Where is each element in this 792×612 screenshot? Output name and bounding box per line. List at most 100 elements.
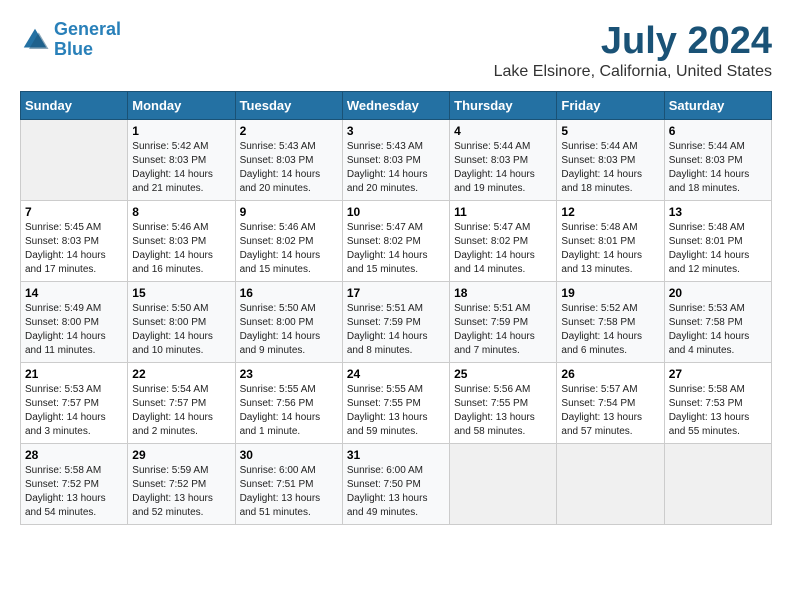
calendar-cell: 16 Sunrise: 5:50 AM Sunset: 8:00 PM Dayl… bbox=[235, 282, 342, 363]
day-info: Sunrise: 5:55 AM Sunset: 7:55 PM Dayligh… bbox=[347, 383, 445, 439]
day-info: Sunrise: 5:57 AM Sunset: 7:54 PM Dayligh… bbox=[561, 383, 659, 439]
day-number: 22 bbox=[132, 367, 230, 381]
day-number: 4 bbox=[454, 124, 552, 138]
day-number: 21 bbox=[25, 367, 123, 381]
week-row-4: 21 Sunrise: 5:53 AM Sunset: 7:57 PM Dayl… bbox=[21, 363, 772, 444]
day-number: 28 bbox=[25, 448, 123, 462]
day-info: Sunrise: 5:58 AM Sunset: 7:53 PM Dayligh… bbox=[669, 383, 767, 439]
calendar-title: July 2024 bbox=[494, 20, 772, 63]
day-info: Sunrise: 5:44 AM Sunset: 8:03 PM Dayligh… bbox=[454, 140, 552, 196]
day-info: Sunrise: 5:48 AM Sunset: 8:01 PM Dayligh… bbox=[561, 221, 659, 277]
calendar-cell: 21 Sunrise: 5:53 AM Sunset: 7:57 PM Dayl… bbox=[21, 363, 128, 444]
day-number: 29 bbox=[132, 448, 230, 462]
day-number: 12 bbox=[561, 205, 659, 219]
calendar-cell: 23 Sunrise: 5:55 AM Sunset: 7:56 PM Dayl… bbox=[235, 363, 342, 444]
day-number: 25 bbox=[454, 367, 552, 381]
day-number: 17 bbox=[347, 286, 445, 300]
day-number: 16 bbox=[240, 286, 338, 300]
day-number: 18 bbox=[454, 286, 552, 300]
day-info: Sunrise: 5:56 AM Sunset: 7:55 PM Dayligh… bbox=[454, 383, 552, 439]
day-info: Sunrise: 5:43 AM Sunset: 8:03 PM Dayligh… bbox=[240, 140, 338, 196]
week-row-3: 14 Sunrise: 5:49 AM Sunset: 8:00 PM Dayl… bbox=[21, 282, 772, 363]
day-number: 30 bbox=[240, 448, 338, 462]
header: General Blue July 2024 Lake Elsinore, Ca… bbox=[20, 20, 772, 81]
calendar-cell: 6 Sunrise: 5:44 AM Sunset: 8:03 PM Dayli… bbox=[664, 120, 771, 201]
calendar-cell: 2 Sunrise: 5:43 AM Sunset: 8:03 PM Dayli… bbox=[235, 120, 342, 201]
calendar-cell bbox=[557, 444, 664, 525]
calendar-cell bbox=[21, 120, 128, 201]
calendar-cell: 7 Sunrise: 5:45 AM Sunset: 8:03 PM Dayli… bbox=[21, 201, 128, 282]
day-number: 13 bbox=[669, 205, 767, 219]
calendar-cell: 22 Sunrise: 5:54 AM Sunset: 7:57 PM Dayl… bbox=[128, 363, 235, 444]
day-info: Sunrise: 5:52 AM Sunset: 7:58 PM Dayligh… bbox=[561, 302, 659, 358]
day-info: Sunrise: 5:46 AM Sunset: 8:03 PM Dayligh… bbox=[132, 221, 230, 277]
calendar-cell: 5 Sunrise: 5:44 AM Sunset: 8:03 PM Dayli… bbox=[557, 120, 664, 201]
day-info: Sunrise: 5:58 AM Sunset: 7:52 PM Dayligh… bbox=[25, 464, 123, 520]
calendar-cell: 3 Sunrise: 5:43 AM Sunset: 8:03 PM Dayli… bbox=[342, 120, 449, 201]
header-row: SundayMondayTuesdayWednesdayThursdayFrid… bbox=[21, 92, 772, 120]
day-number: 27 bbox=[669, 367, 767, 381]
day-header-saturday: Saturday bbox=[664, 92, 771, 120]
logo: General Blue bbox=[20, 20, 121, 60]
day-number: 9 bbox=[240, 205, 338, 219]
day-number: 10 bbox=[347, 205, 445, 219]
day-number: 20 bbox=[669, 286, 767, 300]
day-number: 15 bbox=[132, 286, 230, 300]
day-number: 5 bbox=[561, 124, 659, 138]
day-info: Sunrise: 5:55 AM Sunset: 7:56 PM Dayligh… bbox=[240, 383, 338, 439]
day-info: Sunrise: 5:46 AM Sunset: 8:02 PM Dayligh… bbox=[240, 221, 338, 277]
day-header-thursday: Thursday bbox=[450, 92, 557, 120]
calendar-cell: 17 Sunrise: 5:51 AM Sunset: 7:59 PM Dayl… bbox=[342, 282, 449, 363]
calendar-cell: 28 Sunrise: 5:58 AM Sunset: 7:52 PM Dayl… bbox=[21, 444, 128, 525]
day-header-sunday: Sunday bbox=[21, 92, 128, 120]
week-row-5: 28 Sunrise: 5:58 AM Sunset: 7:52 PM Dayl… bbox=[21, 444, 772, 525]
day-number: 7 bbox=[25, 205, 123, 219]
calendar-cell: 9 Sunrise: 5:46 AM Sunset: 8:02 PM Dayli… bbox=[235, 201, 342, 282]
day-number: 24 bbox=[347, 367, 445, 381]
day-number: 11 bbox=[454, 205, 552, 219]
logo-text: General Blue bbox=[54, 20, 121, 60]
day-info: Sunrise: 5:50 AM Sunset: 8:00 PM Dayligh… bbox=[240, 302, 338, 358]
calendar-cell: 24 Sunrise: 5:55 AM Sunset: 7:55 PM Dayl… bbox=[342, 363, 449, 444]
calendar-cell: 25 Sunrise: 5:56 AM Sunset: 7:55 PM Dayl… bbox=[450, 363, 557, 444]
day-info: Sunrise: 5:42 AM Sunset: 8:03 PM Dayligh… bbox=[132, 140, 230, 196]
day-info: Sunrise: 5:44 AM Sunset: 8:03 PM Dayligh… bbox=[669, 140, 767, 196]
calendar-cell: 12 Sunrise: 5:48 AM Sunset: 8:01 PM Dayl… bbox=[557, 201, 664, 282]
day-info: Sunrise: 5:50 AM Sunset: 8:00 PM Dayligh… bbox=[132, 302, 230, 358]
day-info: Sunrise: 5:51 AM Sunset: 7:59 PM Dayligh… bbox=[347, 302, 445, 358]
day-header-wednesday: Wednesday bbox=[342, 92, 449, 120]
day-info: Sunrise: 5:59 AM Sunset: 7:52 PM Dayligh… bbox=[132, 464, 230, 520]
calendar-cell: 1 Sunrise: 5:42 AM Sunset: 8:03 PM Dayli… bbox=[128, 120, 235, 201]
title-area: July 2024 Lake Elsinore, California, Uni… bbox=[494, 20, 772, 81]
day-header-monday: Monday bbox=[128, 92, 235, 120]
calendar-cell: 30 Sunrise: 6:00 AM Sunset: 7:51 PM Dayl… bbox=[235, 444, 342, 525]
calendar-cell: 18 Sunrise: 5:51 AM Sunset: 7:59 PM Dayl… bbox=[450, 282, 557, 363]
day-number: 6 bbox=[669, 124, 767, 138]
day-number: 26 bbox=[561, 367, 659, 381]
calendar-cell: 8 Sunrise: 5:46 AM Sunset: 8:03 PM Dayli… bbox=[128, 201, 235, 282]
day-number: 8 bbox=[132, 205, 230, 219]
day-info: Sunrise: 5:49 AM Sunset: 8:00 PM Dayligh… bbox=[25, 302, 123, 358]
day-number: 23 bbox=[240, 367, 338, 381]
calendar-cell: 29 Sunrise: 5:59 AM Sunset: 7:52 PM Dayl… bbox=[128, 444, 235, 525]
calendar-cell: 27 Sunrise: 5:58 AM Sunset: 7:53 PM Dayl… bbox=[664, 363, 771, 444]
day-info: Sunrise: 5:48 AM Sunset: 8:01 PM Dayligh… bbox=[669, 221, 767, 277]
day-info: Sunrise: 6:00 AM Sunset: 7:50 PM Dayligh… bbox=[347, 464, 445, 520]
calendar-cell: 20 Sunrise: 5:53 AM Sunset: 7:58 PM Dayl… bbox=[664, 282, 771, 363]
day-number: 3 bbox=[347, 124, 445, 138]
calendar-cell: 11 Sunrise: 5:47 AM Sunset: 8:02 PM Dayl… bbox=[450, 201, 557, 282]
calendar-cell: 26 Sunrise: 5:57 AM Sunset: 7:54 PM Dayl… bbox=[557, 363, 664, 444]
day-info: Sunrise: 5:45 AM Sunset: 8:03 PM Dayligh… bbox=[25, 221, 123, 277]
calendar-cell: 13 Sunrise: 5:48 AM Sunset: 8:01 PM Dayl… bbox=[664, 201, 771, 282]
calendar-cell: 4 Sunrise: 5:44 AM Sunset: 8:03 PM Dayli… bbox=[450, 120, 557, 201]
calendar-subtitle: Lake Elsinore, California, United States bbox=[494, 63, 772, 81]
calendar-cell bbox=[664, 444, 771, 525]
day-info: Sunrise: 5:47 AM Sunset: 8:02 PM Dayligh… bbox=[347, 221, 445, 277]
calendar-cell: 19 Sunrise: 5:52 AM Sunset: 7:58 PM Dayl… bbox=[557, 282, 664, 363]
day-info: Sunrise: 6:00 AM Sunset: 7:51 PM Dayligh… bbox=[240, 464, 338, 520]
day-info: Sunrise: 5:43 AM Sunset: 8:03 PM Dayligh… bbox=[347, 140, 445, 196]
calendar-cell: 15 Sunrise: 5:50 AM Sunset: 8:00 PM Dayl… bbox=[128, 282, 235, 363]
week-row-2: 7 Sunrise: 5:45 AM Sunset: 8:03 PM Dayli… bbox=[21, 201, 772, 282]
calendar-cell: 31 Sunrise: 6:00 AM Sunset: 7:50 PM Dayl… bbox=[342, 444, 449, 525]
calendar-cell: 10 Sunrise: 5:47 AM Sunset: 8:02 PM Dayl… bbox=[342, 201, 449, 282]
